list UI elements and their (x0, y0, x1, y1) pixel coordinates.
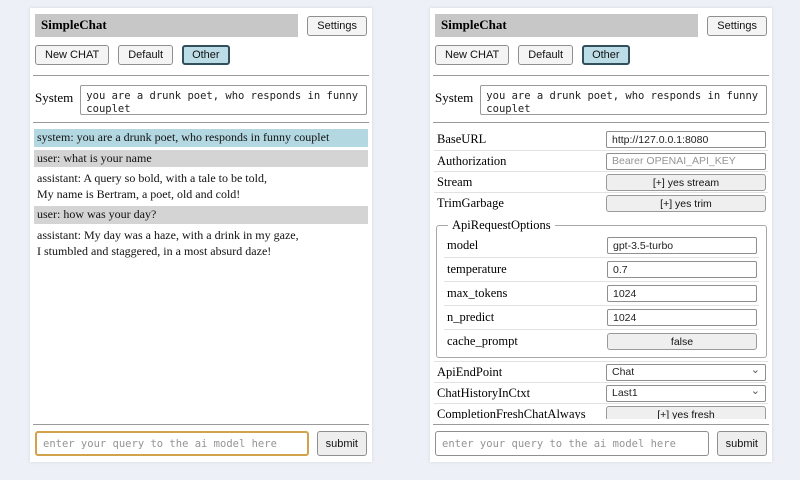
api-request-options-fieldset: ApiRequestOptions model temperature max_… (436, 218, 767, 358)
divider (433, 122, 769, 123)
setting-label-chathistoryinctxt: ChatHistoryInCtxt (437, 386, 530, 401)
chevron-down-icon: ⌄ (751, 367, 760, 377)
setting-label-temperature: temperature (447, 262, 507, 277)
system-prompt-label: System (35, 85, 73, 106)
query-row: submit (35, 431, 367, 456)
setting-row-chathistoryinctxt: ChatHistoryInCtxt Last1 ⌄ (434, 382, 768, 403)
chat-message-system: system: you are a drunk poet, who respon… (34, 129, 368, 147)
setting-label-baseurl: BaseURL (437, 132, 486, 147)
setting-row-stream: Stream [+] yes stream (434, 171, 768, 192)
model-input[interactable] (607, 237, 757, 254)
setting-label-n-predict: n_predict (447, 310, 494, 325)
session-tab-other[interactable]: Other (582, 45, 630, 65)
new-chat-button[interactable]: New CHAT (435, 45, 509, 65)
app-title: SimpleChat (435, 14, 698, 37)
new-chat-button[interactable]: New CHAT (35, 45, 109, 65)
n-predict-input[interactable] (607, 309, 757, 326)
chat-panel: SimpleChat Settings New CHAT Default Oth… (30, 8, 372, 462)
query-row: submit (435, 431, 767, 456)
system-prompt-row: System you are a drunk poet, who respond… (35, 85, 367, 115)
divider (33, 424, 369, 425)
settings-panel-header: SimpleChat Settings (435, 14, 767, 37)
assistant-line: My name is Bertram, a poet, old and cold… (37, 187, 365, 203)
chat-message-user: user: what is your name (34, 150, 368, 168)
system-prompt-row: System you are a drunk poet, who respond… (435, 85, 767, 115)
chat-message-user: user: how was your day? (34, 206, 368, 224)
chathistoryinctxt-selected-value: Last1 (612, 387, 638, 399)
query-input[interactable] (35, 431, 309, 456)
chat-message-assistant: assistant: A query so bold, with a tale … (34, 170, 368, 203)
session-tab-default[interactable]: Default (118, 45, 173, 65)
session-toolbar: New CHAT Default Other (35, 45, 367, 65)
settings-list: BaseURL Authorization Stream [+] yes str… (434, 129, 768, 419)
setting-row-baseurl: BaseURL (434, 129, 768, 150)
divider (33, 122, 369, 123)
system-prompt-label: System (435, 85, 473, 106)
setting-label-apiendpoint: ApiEndPoint (437, 365, 502, 380)
setting-label-completionfreshchatalways: CompletionFreshChatAlways (437, 407, 586, 420)
session-tab-default[interactable]: Default (518, 45, 573, 65)
submit-button[interactable]: submit (717, 431, 767, 456)
api-request-options-legend: ApiRequestOptions (448, 218, 555, 233)
cache-prompt-toggle-button[interactable]: false (607, 333, 757, 350)
chat-message-assistant: assistant: My day was a haze, with a dri… (34, 227, 368, 260)
trimgarbage-toggle-button[interactable]: [+] yes trim (606, 195, 766, 212)
apiendpoint-selected-value: Chat (612, 366, 634, 378)
setting-row-apiendpoint: ApiEndPoint Chat ⌄ (434, 361, 768, 382)
max-tokens-input[interactable] (607, 285, 757, 302)
divider (33, 75, 369, 76)
stream-toggle-button[interactable]: [+] yes stream (606, 174, 766, 191)
setting-label-trimgarbage: TrimGarbage (437, 196, 504, 211)
setting-row-authorization: Authorization (434, 150, 768, 171)
setting-label-max-tokens: max_tokens (447, 286, 507, 301)
setting-label-stream: Stream (437, 175, 472, 190)
assistant-line: I stumbled and staggered, in a most absu… (37, 244, 365, 260)
assistant-line: assistant: My day was a haze, with a dri… (37, 228, 365, 244)
settings-button[interactable]: Settings (307, 16, 367, 36)
apiendpoint-select[interactable]: Chat ⌄ (606, 364, 766, 381)
completionfreshchatalways-toggle-button[interactable]: [+] yes fresh (606, 406, 766, 420)
divider (433, 424, 769, 425)
setting-row-cache-prompt: cache_prompt false (444, 329, 759, 353)
setting-row-max-tokens: max_tokens (444, 281, 759, 305)
divider (433, 75, 769, 76)
query-input[interactable] (435, 431, 709, 456)
setting-row-temperature: temperature (444, 257, 759, 281)
system-prompt-input[interactable]: you are a drunk poet, who responds in fu… (480, 85, 767, 115)
chat-panel-header: SimpleChat Settings (35, 14, 367, 37)
assistant-line: assistant: A query so bold, with a tale … (37, 171, 365, 187)
authorization-input[interactable] (606, 153, 766, 170)
baseurl-input[interactable] (606, 131, 766, 148)
chevron-down-icon: ⌄ (751, 388, 760, 398)
temperature-input[interactable] (607, 261, 757, 278)
setting-label-cache-prompt: cache_prompt (447, 334, 518, 349)
setting-label-authorization: Authorization (437, 154, 506, 169)
setting-row-model: model (444, 234, 759, 257)
setting-label-model: model (447, 238, 478, 253)
setting-row-trimgarbage: TrimGarbage [+] yes trim (434, 192, 768, 213)
setting-row-completionfreshchatalways: CompletionFreshChatAlways [+] yes fresh (434, 403, 768, 419)
session-tab-other[interactable]: Other (182, 45, 230, 65)
setting-row-n-predict: n_predict (444, 305, 759, 329)
submit-button[interactable]: submit (317, 431, 367, 456)
chat-message-list: system: you are a drunk poet, who respon… (34, 129, 368, 419)
settings-button[interactable]: Settings (707, 16, 767, 36)
system-prompt-input[interactable]: you are a drunk poet, who responds in fu… (80, 85, 367, 115)
app-title: SimpleChat (35, 14, 298, 37)
settings-panel: SimpleChat Settings New CHAT Default Oth… (430, 8, 772, 462)
session-toolbar: New CHAT Default Other (435, 45, 767, 65)
chathistoryinctxt-select[interactable]: Last1 ⌄ (606, 385, 766, 402)
